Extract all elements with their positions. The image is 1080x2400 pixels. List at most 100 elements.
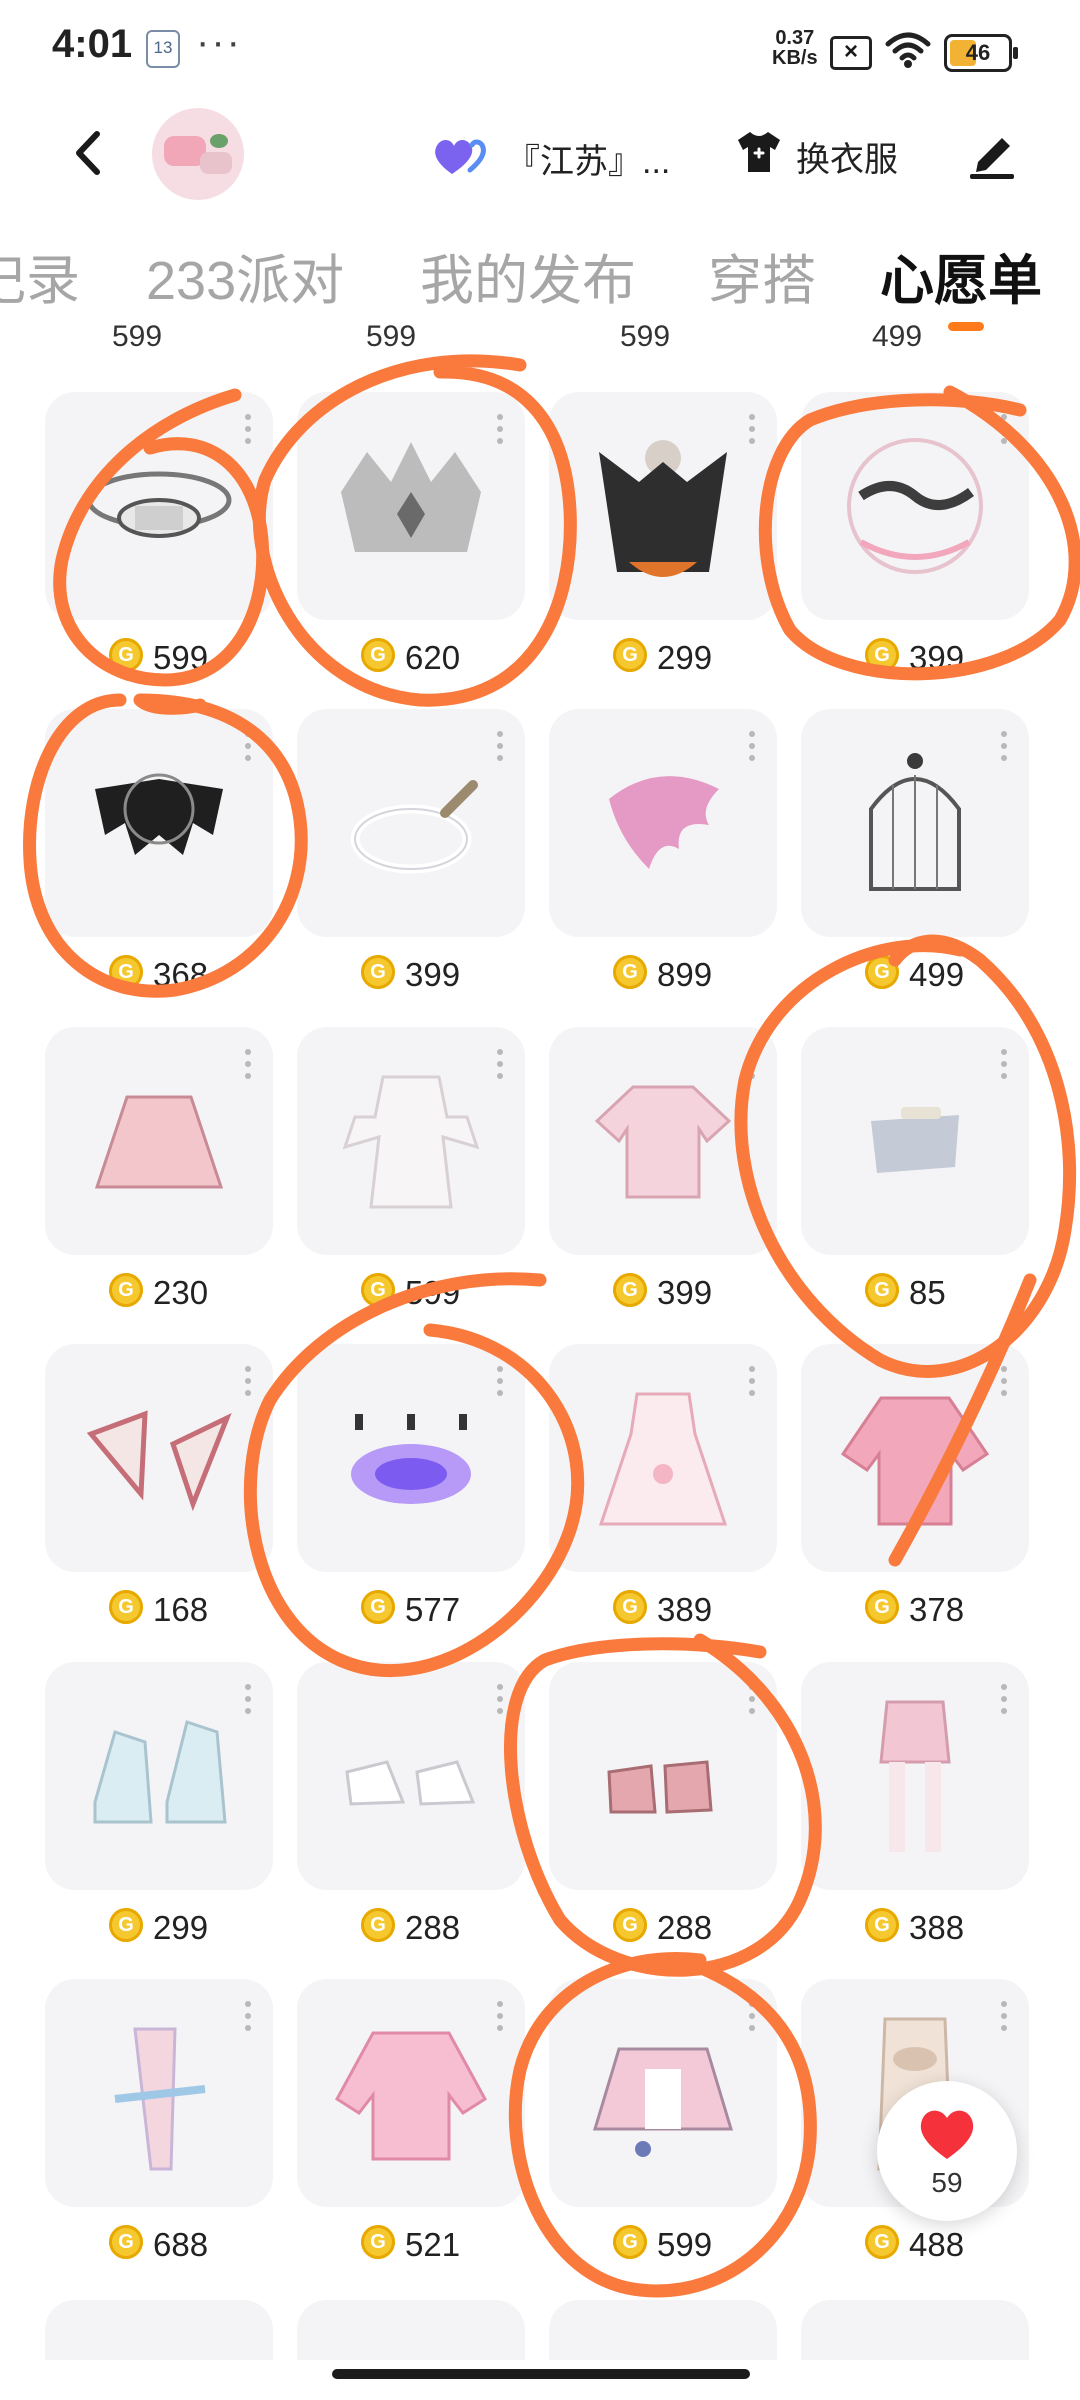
price-value: 288 <box>657 1909 713 1946</box>
item-card[interactable] <box>801 709 1029 937</box>
item-card[interactable] <box>549 1344 777 1572</box>
more-options-icon[interactable] <box>497 1684 503 1714</box>
item-card[interactable] <box>297 1027 525 1255</box>
bird-cage-icon <box>869 753 961 891</box>
stockings-icon <box>879 1700 951 1852</box>
price-value: 599 <box>405 1274 461 1311</box>
more-options-icon[interactable] <box>749 2001 755 2031</box>
coin-icon: G <box>361 1908 395 1942</box>
item-card[interactable] <box>549 392 777 620</box>
coin-icon: G <box>361 2225 395 2259</box>
wishlist-grid: G 599 G 620 G 299 G 399 G 368 G 399 G 899 G 499 G 230 G 599… <box>0 0 1080 2400</box>
pearl-necklace-icon <box>350 780 478 874</box>
more-options-icon[interactable] <box>245 414 251 444</box>
halo-rings-icon <box>86 471 232 538</box>
coin-icon: G <box>865 1908 899 1942</box>
more-options-icon[interactable] <box>497 2001 503 2031</box>
like-count: 59 <box>931 2167 963 2198</box>
item-card[interactable] <box>297 1979 525 2207</box>
more-options-icon[interactable] <box>245 2001 251 2031</box>
item-card-partial[interactable] <box>801 2300 1029 2360</box>
item-card-partial[interactable] <box>297 2300 525 2360</box>
ink-circle-ornament-icon <box>847 438 983 574</box>
item-card[interactable] <box>801 1344 1029 1572</box>
coin-icon: G <box>613 955 647 989</box>
price-value: 488 <box>909 2226 965 2263</box>
home-indicator[interactable] <box>332 2369 750 2379</box>
item-card[interactable] <box>45 1979 273 2207</box>
coin-icon: G <box>613 1273 647 1307</box>
reaper-cloak-icon <box>599 440 727 577</box>
item-card-partial[interactable] <box>45 2300 273 2360</box>
item-card[interactable] <box>297 1344 525 1572</box>
more-options-icon[interactable] <box>1001 731 1007 761</box>
item-card[interactable] <box>45 1027 273 1255</box>
more-options-icon[interactable] <box>749 1684 755 1714</box>
item-card[interactable] <box>801 392 1029 620</box>
more-options-icon[interactable] <box>749 414 755 444</box>
coin-icon: G <box>865 955 899 989</box>
coin-icon: G <box>109 1273 143 1307</box>
more-options-icon[interactable] <box>749 1366 755 1396</box>
more-options-icon[interactable] <box>245 1049 251 1079</box>
item-card-partial[interactable] <box>549 2300 777 2360</box>
more-options-icon[interactable] <box>497 414 503 444</box>
item-card[interactable] <box>45 1662 273 1890</box>
more-options-icon[interactable] <box>245 1366 251 1396</box>
ribbon-leg-icon <box>114 2027 206 2171</box>
price-value: 499 <box>909 956 965 993</box>
more-options-icon[interactable] <box>497 1366 503 1396</box>
coin-icon: G <box>109 1908 143 1942</box>
more-options-icon[interactable] <box>245 731 251 761</box>
item-card[interactable] <box>297 1662 525 1890</box>
coin-icon: G <box>865 638 899 672</box>
more-options-icon[interactable] <box>245 1684 251 1714</box>
more-options-icon[interactable] <box>749 1049 755 1079</box>
silver-band-icon <box>871 1107 959 1173</box>
price-value: 168 <box>153 1591 209 1628</box>
maid-outfit-icon <box>592 2047 734 2157</box>
price-value: 688 <box>153 2226 209 2263</box>
item-card[interactable] <box>549 709 777 937</box>
more-options-icon[interactable] <box>1001 1049 1007 1079</box>
magic-circle-icon <box>351 1414 471 1504</box>
item-card[interactable] <box>45 1344 273 1572</box>
more-options-icon[interactable] <box>1001 1684 1007 1714</box>
price-value: 388 <box>909 1909 965 1946</box>
more-options-icon[interactable] <box>749 731 755 761</box>
price-value: 230 <box>153 1274 209 1311</box>
like-button[interactable]: 59 <box>877 2081 1017 2221</box>
item-card[interactable] <box>297 392 525 620</box>
white-shoes-icon <box>345 1760 476 1806</box>
coin-icon: G <box>865 1273 899 1307</box>
more-options-icon[interactable] <box>1001 2001 1007 2031</box>
price-value: 899 <box>657 956 713 993</box>
more-options-icon[interactable] <box>1001 414 1007 444</box>
more-options-icon[interactable] <box>497 1049 503 1079</box>
pink-boots-icon <box>607 1760 713 1814</box>
pink-wing-icon <box>609 776 719 869</box>
pink-jacket-icon <box>335 2031 487 2161</box>
item-card[interactable] <box>297 709 525 937</box>
item-card[interactable] <box>45 392 273 620</box>
item-card[interactable] <box>801 1662 1029 1890</box>
coin-icon: G <box>865 1590 899 1624</box>
price-value: 288 <box>405 1909 461 1946</box>
coin-icon: G <box>613 1908 647 1942</box>
pink-sweater-icon <box>840 1396 990 1526</box>
coin-icon: G <box>109 2225 143 2259</box>
item-card[interactable] <box>801 1027 1029 1255</box>
coin-icon: G <box>109 638 143 672</box>
coin-icon: G <box>361 1273 395 1307</box>
coin-icon: G <box>613 1590 647 1624</box>
white-dress-icon <box>342 1075 480 1209</box>
item-card[interactable] <box>549 1979 777 2207</box>
item-card[interactable] <box>549 1662 777 1890</box>
more-options-icon[interactable] <box>1001 1366 1007 1396</box>
coin-icon: G <box>109 955 143 989</box>
item-card[interactable] <box>45 709 273 937</box>
price-value: 399 <box>405 956 461 993</box>
more-options-icon[interactable] <box>497 731 503 761</box>
item-card[interactable] <box>549 1027 777 1255</box>
lolita-dress-icon <box>598 1392 728 1526</box>
